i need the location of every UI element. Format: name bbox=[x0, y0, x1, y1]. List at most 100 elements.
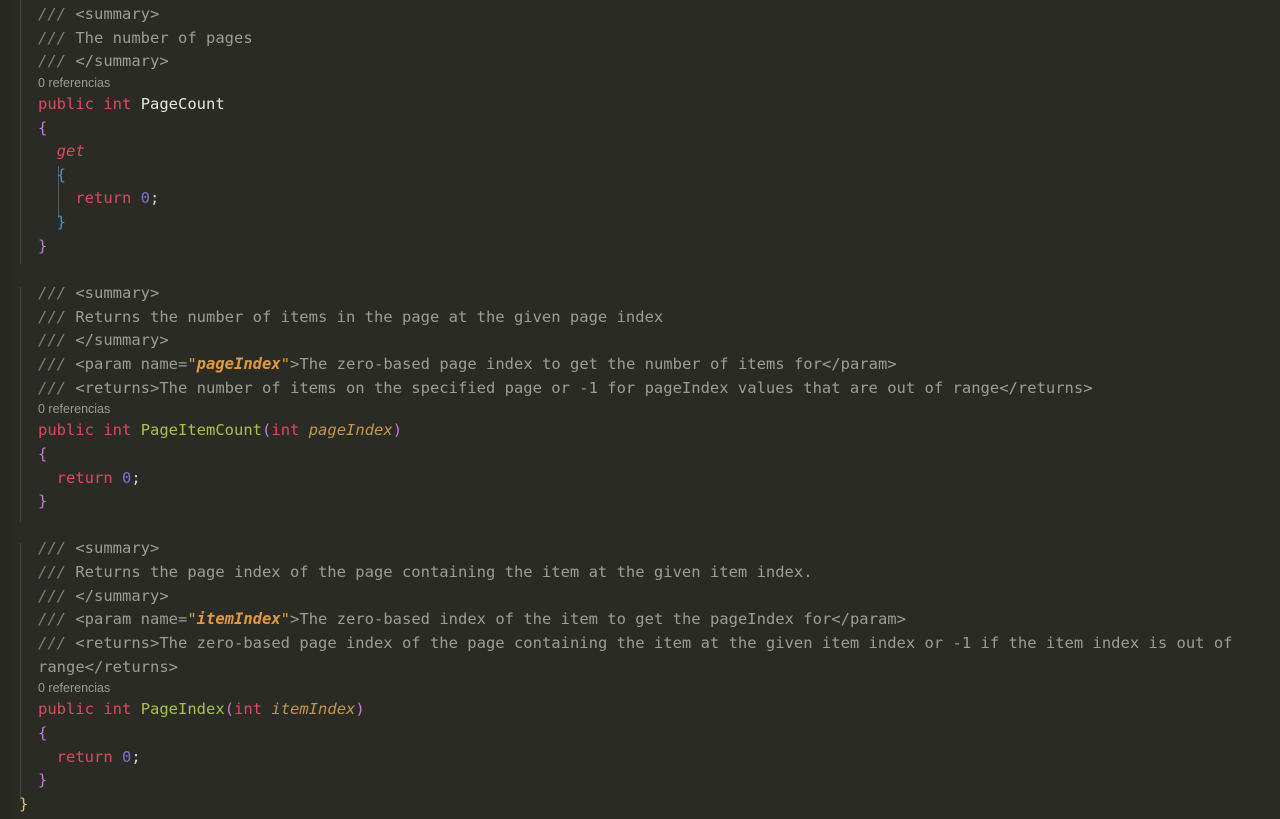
doc-returns-description: The number of items on the specified pag… bbox=[159, 378, 1000, 397]
doc-summary-open-tag: <summary> bbox=[75, 5, 160, 23]
brace-open-level1: { bbox=[38, 723, 48, 742]
param-type-int: int bbox=[234, 700, 263, 719]
number-literal: 0 bbox=[122, 747, 132, 766]
doc-summary-open-tag: <summary> bbox=[75, 539, 160, 558]
quote-open: " bbox=[187, 354, 197, 373]
doc-comment-slashes: /// bbox=[38, 634, 66, 653]
keyword-int: int bbox=[103, 700, 132, 719]
keyword-public: public bbox=[38, 421, 94, 440]
code-line: public int PageCount bbox=[0, 93, 1280, 117]
doc-param-tag-open: <param name= bbox=[75, 354, 188, 373]
doc-summary-text: Returns the number of items in the page … bbox=[75, 307, 664, 326]
code-line: /// The number of pages bbox=[0, 27, 1280, 51]
doc-summary-close-tag: </summary> bbox=[75, 52, 169, 71]
doc-returns-description: The zero-based page index of the page co… bbox=[38, 634, 1242, 676]
doc-returns-tag-close: </returns> bbox=[999, 378, 1093, 397]
doc-summary-close-tag: </summary> bbox=[75, 331, 169, 350]
doc-comment-slashes: /// bbox=[38, 563, 66, 582]
brace-open-level1: { bbox=[38, 118, 48, 137]
doc-comment-slashes: /// bbox=[38, 331, 66, 350]
doc-comment-slashes: /// bbox=[38, 28, 66, 47]
code-line-wrapped: /// <returns>The zero-based page index o… bbox=[0, 632, 1280, 679]
doc-comment-slashes: /// bbox=[38, 284, 66, 303]
code-line: return 0; bbox=[0, 187, 1280, 211]
code-line: /// </summary> bbox=[0, 329, 1280, 353]
code-line-class-close: } bbox=[0, 793, 1280, 817]
code-line: } bbox=[0, 211, 1280, 235]
brace-close-level1: } bbox=[38, 236, 48, 255]
code-line: /// Returns the number of items in the p… bbox=[0, 306, 1280, 330]
codelens-page-index[interactable]: 0 referencias bbox=[0, 679, 1280, 698]
codelens-page-item-count[interactable]: 0 referencias bbox=[0, 400, 1280, 419]
doc-comment-slashes: /// bbox=[38, 5, 66, 23]
brace-open-level2: { bbox=[56, 165, 67, 184]
codelens-page-count[interactable]: 0 referencias bbox=[0, 74, 1280, 93]
code-line: /// <param name="itemIndex">The zero-bas… bbox=[0, 608, 1280, 632]
paren-close: ) bbox=[355, 700, 365, 719]
quote-close: " bbox=[280, 354, 291, 373]
keyword-int: int bbox=[103, 94, 132, 113]
keyword-return: return bbox=[56, 468, 113, 487]
doc-param-tag-close: </param> bbox=[831, 610, 906, 629]
brace-close-level1: } bbox=[38, 492, 48, 511]
doc-comment-slashes: /// bbox=[38, 307, 66, 326]
semicolon: ; bbox=[150, 189, 160, 208]
code-line: } bbox=[0, 235, 1280, 259]
keyword-public: public bbox=[38, 700, 94, 719]
code-line: { bbox=[0, 117, 1280, 141]
doc-summary-text: Returns the page index of the page conta… bbox=[75, 563, 813, 582]
number-literal: 0 bbox=[122, 468, 132, 487]
paren-close: ) bbox=[392, 421, 403, 440]
doc-param-tag-open: <param name= bbox=[75, 610, 188, 629]
doc-param-name: pageIndex bbox=[196, 354, 281, 373]
code-line: /// <param name="pageIndex">The zero-bas… bbox=[0, 353, 1280, 377]
method-name-pageindex: PageIndex bbox=[140, 700, 225, 719]
doc-comment-slashes: /// bbox=[38, 586, 66, 605]
code-line: /// <returns>The number of items on the … bbox=[0, 377, 1280, 401]
number-literal: 0 bbox=[140, 189, 151, 208]
property-name-pagecount: PageCount bbox=[140, 94, 225, 113]
doc-comment-slashes: /// bbox=[38, 354, 66, 373]
code-line: } bbox=[0, 769, 1280, 793]
brace-close-level0: } bbox=[19, 794, 29, 813]
doc-param-description: The zero-based page index to get the num… bbox=[299, 354, 822, 373]
method-name-pageitemcount: PageItemCount bbox=[140, 421, 263, 440]
semicolon: ; bbox=[131, 747, 141, 766]
doc-returns-tag-open: <returns> bbox=[75, 634, 160, 653]
keyword-get: get bbox=[56, 142, 85, 161]
code-line: public int PageItemCount(int pageIndex) bbox=[0, 419, 1280, 443]
param-identifier-pageindex: pageIndex bbox=[308, 421, 393, 440]
code-editor[interactable]: /// <summary> /// The number of pages //… bbox=[0, 0, 1280, 819]
doc-param-tag-gt: > bbox=[290, 610, 300, 629]
keyword-return: return bbox=[75, 189, 132, 208]
keyword-public: public bbox=[38, 94, 94, 113]
code-line: /// </summary> bbox=[0, 585, 1280, 609]
brace-open-level1: { bbox=[38, 444, 48, 463]
code-line: } bbox=[0, 490, 1280, 514]
code-line: get bbox=[0, 140, 1280, 164]
paren-open: ( bbox=[224, 700, 235, 719]
keyword-int: int bbox=[103, 421, 132, 440]
quote-close: " bbox=[280, 610, 291, 629]
code-line: { bbox=[0, 443, 1280, 467]
code-line: public int PageIndex(int itemIndex) bbox=[0, 698, 1280, 722]
semicolon: ; bbox=[131, 468, 141, 487]
doc-returns-tag-open: <returns> bbox=[75, 378, 160, 397]
code-line: { bbox=[0, 722, 1280, 746]
doc-param-tag-close: </param> bbox=[821, 354, 897, 373]
code-line: /// <summary> bbox=[0, 282, 1280, 306]
doc-comment-slashes: /// bbox=[38, 378, 66, 397]
code-line: /// <summary> bbox=[0, 3, 1280, 27]
doc-summary-close-tag: </summary> bbox=[75, 586, 169, 605]
code-line: return 0; bbox=[0, 746, 1280, 770]
doc-summary-open-tag: <summary> bbox=[75, 284, 160, 303]
code-line: /// Returns the page index of the page c… bbox=[0, 561, 1280, 585]
doc-comment-slashes: /// bbox=[38, 610, 66, 629]
code-line: /// <summary> bbox=[0, 537, 1280, 561]
code-line: { bbox=[0, 164, 1280, 188]
editor-code-area[interactable]: /// <summary> /// The number of pages //… bbox=[0, 0, 1280, 817]
doc-returns-tag-close: </returns> bbox=[84, 657, 178, 676]
code-line: /// </summary> bbox=[0, 50, 1280, 74]
doc-param-name: itemIndex bbox=[196, 610, 281, 629]
